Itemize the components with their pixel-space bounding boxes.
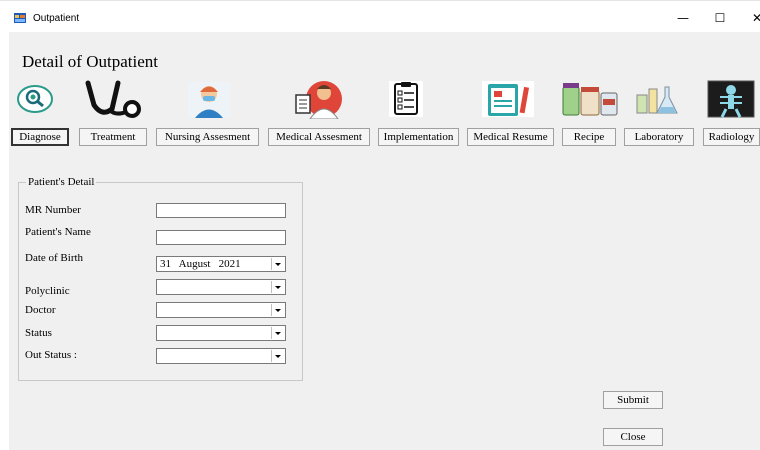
patient-name-label: Patient's Name [25, 226, 91, 238]
chevron-down-icon[interactable] [271, 350, 284, 362]
out-status-label: Out Status : [25, 349, 77, 361]
mr-number-field[interactable] [156, 203, 286, 218]
nursing-assesment-button[interactable]: Nursing Assesment [156, 128, 259, 146]
dob-value: 31 August 2021 [160, 258, 241, 270]
title-bar: Outpatient — ☐ ✕ [0, 0, 760, 33]
medical-record-icon[interactable] [480, 79, 536, 119]
xray-icon[interactable] [706, 79, 756, 119]
status-label: Status [25, 327, 52, 339]
polyclinic-select[interactable] [156, 279, 286, 295]
dob-picker[interactable]: 31 August 2021 [156, 256, 286, 272]
group-title: Patient's Detail [26, 176, 97, 188]
doctor-label: Doctor [25, 304, 56, 316]
close-button[interactable]: Close [603, 428, 663, 446]
client-area: Detail of Outpatient Diagnose Treatment … [9, 32, 760, 450]
chevron-down-icon[interactable] [271, 258, 284, 270]
out-status-select[interactable] [156, 348, 286, 364]
maximize-button[interactable]: ☐ [705, 8, 735, 28]
submit-button[interactable]: Submit [603, 391, 663, 409]
nurse-icon[interactable] [185, 79, 233, 119]
radiology-button[interactable]: Radiology [703, 128, 760, 146]
chevron-down-icon[interactable] [271, 327, 284, 339]
dob-label: Date of Birth [25, 252, 84, 264]
stethoscope-icon[interactable] [82, 79, 144, 119]
implementation-button[interactable]: Implementation [378, 128, 459, 146]
patient-name-field[interactable] [156, 230, 286, 245]
diagnose-button[interactable]: Diagnose [11, 128, 69, 146]
treatment-button[interactable]: Treatment [79, 128, 147, 146]
patient-detail-group: Patient's Detail MR Number Patient's Nam… [18, 176, 303, 381]
page-title: Detail of Outpatient [22, 52, 158, 71]
chevron-down-icon[interactable] [271, 281, 284, 293]
mr-number-label: MR Number [25, 204, 81, 216]
doctor-select[interactable] [156, 302, 286, 318]
recipe-button[interactable]: Recipe [562, 128, 616, 146]
medical-assesment-button[interactable]: Medical Assesment [268, 128, 370, 146]
chevron-down-icon[interactable] [271, 304, 284, 316]
medicine-bottles-icon[interactable] [559, 79, 621, 119]
doctor-icon[interactable] [290, 79, 346, 119]
minimize-button[interactable]: — [668, 8, 698, 28]
clipboard-icon[interactable] [386, 79, 426, 119]
window-title: Outpatient [33, 13, 80, 24]
lab-flask-icon[interactable] [629, 79, 685, 119]
close-window-button[interactable]: ✕ [742, 8, 760, 28]
magnifier-icon[interactable] [15, 79, 55, 119]
app-icon [14, 13, 26, 23]
medical-resume-button[interactable]: Medical Resume [467, 128, 554, 146]
laboratory-button[interactable]: Laboratory [624, 128, 694, 146]
polyclinic-label: Polyclinic [25, 285, 70, 297]
status-select[interactable] [156, 325, 286, 341]
